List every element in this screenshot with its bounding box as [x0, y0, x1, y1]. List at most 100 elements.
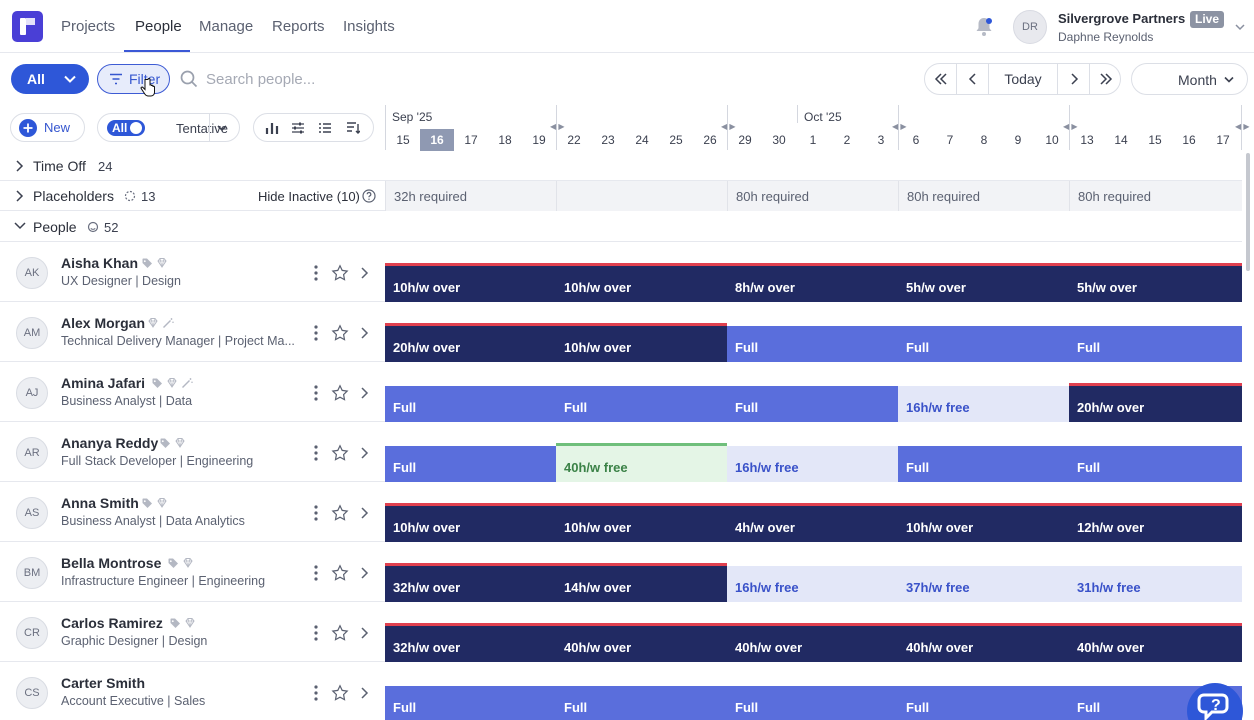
- availability-cell[interactable]: 16h/w free: [727, 446, 898, 482]
- availability-cell[interactable]: Full: [1069, 326, 1242, 362]
- nav-tab-projects[interactable]: Projects: [61, 18, 115, 35]
- availability-cell[interactable]: Full: [385, 386, 556, 422]
- account-chevron-down-icon[interactable]: [1233, 20, 1247, 34]
- availability-cell[interactable]: Full: [898, 326, 1069, 362]
- availability-cell[interactable]: 14h/w over: [556, 563, 727, 602]
- availability-cell[interactable]: 10h/w over: [556, 263, 727, 302]
- availability-cell[interactable]: Full: [898, 446, 1069, 482]
- user-name[interactable]: Daphne Reynolds: [1058, 30, 1153, 44]
- vertical-scrollbar[interactable]: [1246, 153, 1250, 271]
- nav-tab-reports[interactable]: Reports: [272, 18, 325, 35]
- more-options-icon[interactable]: [312, 444, 320, 462]
- person-row[interactable]: CR Carlos Ramirez Graphic Designer | Desig…: [0, 602, 1242, 662]
- sort-icon[interactable]: [346, 121, 360, 135]
- availability-cell[interactable]: Full: [727, 686, 898, 720]
- availability-cell[interactable]: 16h/w free: [898, 386, 1069, 422]
- availability-cell[interactable]: 40h/w over: [898, 623, 1069, 662]
- availability-cell[interactable]: Full: [556, 386, 727, 422]
- hide-inactive-link[interactable]: Hide Inactive (10): [258, 189, 360, 204]
- availability-cell[interactable]: 5h/w over: [1069, 263, 1242, 302]
- jump-back-button[interactable]: [925, 64, 956, 94]
- availability-cell[interactable]: 10h/w over: [556, 323, 727, 362]
- star-icon[interactable]: [331, 324, 349, 342]
- person-name[interactable]: Anna Smith: [61, 495, 139, 511]
- chevron-right-icon[interactable]: [359, 266, 369, 280]
- chevron-down-icon[interactable]: [216, 122, 228, 134]
- more-options-icon[interactable]: [312, 324, 320, 342]
- chevron-right-icon[interactable]: [359, 626, 369, 640]
- more-options-icon[interactable]: [312, 624, 320, 642]
- search-people-input[interactable]: [206, 67, 456, 91]
- chevron-right-icon[interactable]: [359, 686, 369, 700]
- star-icon[interactable]: [331, 264, 349, 282]
- nav-tab-insights[interactable]: Insights: [343, 18, 395, 35]
- availability-cell[interactable]: 32h/w over: [385, 563, 556, 602]
- availability-cell[interactable]: 5h/w over: [898, 263, 1069, 302]
- person-name[interactable]: Bella Montrose: [61, 555, 161, 571]
- group-time-off[interactable]: Time Off 24: [0, 151, 1242, 181]
- chevron-right-icon[interactable]: [359, 506, 369, 520]
- placeholder-requirement-cell[interactable]: 80h required: [898, 181, 1069, 211]
- availability-cell[interactable]: Full: [727, 386, 898, 422]
- next-button[interactable]: [1058, 64, 1089, 94]
- star-icon[interactable]: [331, 624, 349, 642]
- placeholder-requirement-cell[interactable]: 32h required: [385, 181, 556, 211]
- availability-cell[interactable]: 8h/w over: [727, 263, 898, 302]
- tentative-toggle[interactable]: All: [107, 120, 145, 136]
- person-row[interactable]: AS Anna Smith Business Analyst | Data Anal…: [0, 482, 1242, 542]
- chevron-right-icon[interactable]: [359, 386, 369, 400]
- availability-cell[interactable]: Full: [727, 326, 898, 362]
- user-avatar[interactable]: DR: [1013, 10, 1047, 44]
- month-view-dropdown[interactable]: Month: [1131, 63, 1248, 95]
- all-people-dropdown-button[interactable]: All: [11, 64, 89, 94]
- person-name[interactable]: Carter Smith: [61, 675, 145, 691]
- star-icon[interactable]: [331, 384, 349, 402]
- availability-cell[interactable]: Full: [1069, 446, 1242, 482]
- jump-forward-button[interactable]: [1090, 64, 1121, 94]
- availability-cell[interactable]: 10h/w over: [898, 503, 1069, 542]
- list-icon[interactable]: [318, 121, 332, 135]
- availability-cell[interactable]: 40h/w free: [556, 443, 727, 482]
- chevron-right-icon[interactable]: [359, 446, 369, 460]
- person-name[interactable]: Amina Jafari: [61, 375, 145, 391]
- star-icon[interactable]: [331, 504, 349, 522]
- more-options-icon[interactable]: [312, 564, 320, 582]
- person-row[interactable]: BM Bella Montrose Infrastructure Engineer …: [0, 542, 1242, 602]
- availability-cell[interactable]: 40h/w over: [727, 623, 898, 662]
- nav-tab-people[interactable]: People: [135, 18, 182, 35]
- nav-tab-manage[interactable]: Manage: [199, 18, 253, 35]
- availability-cell[interactable]: 10h/w over: [385, 263, 556, 302]
- availability-cell[interactable]: 40h/w over: [556, 623, 727, 662]
- sliders-icon[interactable]: [291, 121, 305, 135]
- today-button[interactable]: Today: [989, 64, 1057, 94]
- chevron-right-icon[interactable]: [359, 566, 369, 580]
- bar-chart-icon[interactable]: [265, 121, 279, 135]
- availability-cell[interactable]: 20h/w over: [1069, 383, 1242, 422]
- availability-cell[interactable]: Full: [385, 446, 556, 482]
- person-name[interactable]: Ananya Reddy: [61, 435, 158, 451]
- availability-cell[interactable]: Full: [898, 686, 1069, 720]
- availability-cell[interactable]: 37h/w free: [898, 566, 1069, 602]
- person-row[interactable]: AM Alex Morgan Technical Delivery Manager …: [0, 302, 1242, 362]
- placeholder-requirement-cell[interactable]: 80h required: [727, 181, 898, 211]
- availability-cell[interactable]: 12h/w over: [1069, 503, 1242, 542]
- availability-cell[interactable]: 10h/w over: [556, 503, 727, 542]
- new-button[interactable]: New: [10, 113, 85, 142]
- placeholder-requirement-cell[interactable]: 80h required: [1069, 181, 1242, 211]
- person-row[interactable]: CS Carter Smith Account Executive | Sales F…: [0, 662, 1242, 720]
- filter-button[interactable]: Filter: [97, 64, 170, 94]
- more-options-icon[interactable]: [312, 264, 320, 282]
- person-name[interactable]: Aisha Khan: [61, 255, 138, 271]
- person-row[interactable]: AK Aisha Khan UX Designer | Design 10h/w ov…: [0, 242, 1242, 302]
- person-name[interactable]: Carlos Ramirez: [61, 615, 163, 631]
- availability-cell[interactable]: 4h/w over: [727, 503, 898, 542]
- more-options-icon[interactable]: [312, 684, 320, 702]
- more-options-icon[interactable]: [312, 504, 320, 522]
- previous-button[interactable]: [957, 64, 988, 94]
- chevron-right-icon[interactable]: [359, 326, 369, 340]
- placeholder-requirement-cell[interactable]: [556, 181, 727, 211]
- availability-cell[interactable]: Full: [556, 686, 727, 720]
- help-chat-button[interactable]: ?: [1187, 683, 1243, 720]
- help-circle-icon[interactable]: [362, 189, 376, 203]
- person-row[interactable]: AJ Amina Jafari Business Analyst | Data Ful…: [0, 362, 1242, 422]
